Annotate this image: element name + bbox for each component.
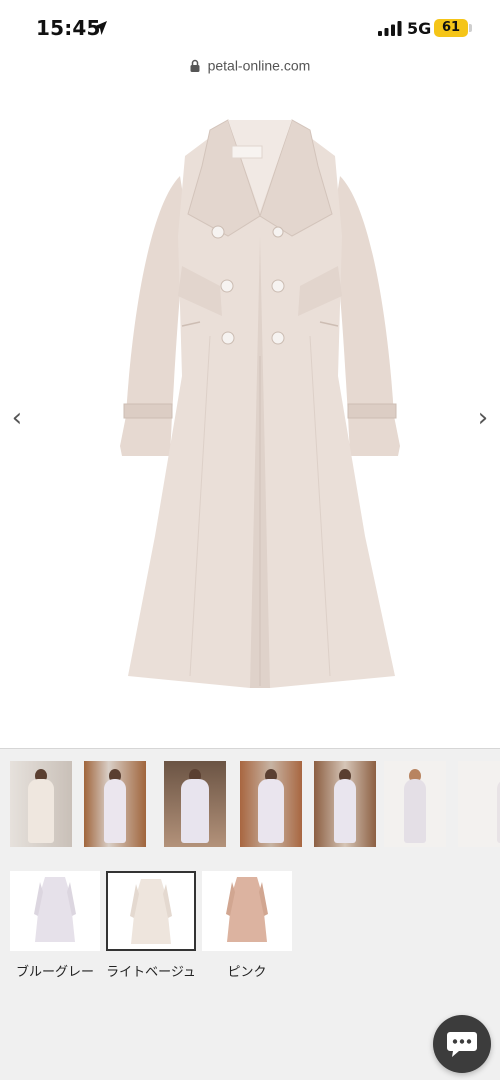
- thumbnail-5[interactable]: [314, 761, 376, 847]
- battery-tip: [469, 24, 472, 32]
- thumbnail-strip[interactable]: [10, 761, 500, 849]
- product-main-image: [120, 119, 400, 688]
- color-option-image: [202, 871, 292, 951]
- thumbnail-1[interactable]: [10, 761, 72, 847]
- thumbnail-2[interactable]: [84, 761, 146, 847]
- color-options: ブルーグレー ライトベージュ ピンク: [10, 871, 500, 1031]
- lock-icon: [190, 59, 200, 72]
- status-bar: 15:45 5G 61: [0, 0, 500, 56]
- url-text: petal-online.com: [207, 57, 311, 74]
- battery-icon: 61: [434, 19, 468, 37]
- status-time: 15:45: [36, 16, 101, 40]
- color-option-light-beige[interactable]: ライトベージュ: [106, 871, 196, 983]
- product-options-panel: ブルーグレー ライトベージュ ピンク: [0, 748, 500, 1080]
- product-image-gallery[interactable]: ‹ ›: [0, 80, 500, 748]
- thumbnail-6[interactable]: [384, 761, 446, 847]
- gallery-prev-button[interactable]: ‹: [2, 398, 32, 438]
- color-option-label: ライトベージュ: [106, 965, 196, 980]
- color-option-label: ブルーグレー: [15, 965, 94, 980]
- color-option-blue-grey[interactable]: ブルーグレー: [10, 871, 100, 983]
- color-option-label: ピンク: [227, 965, 267, 980]
- gallery-next-button[interactable]: ›: [468, 398, 498, 438]
- network-type: 5G: [407, 19, 432, 38]
- location-arrow-icon: [93, 21, 107, 35]
- color-option-image: [10, 871, 100, 951]
- chat-bubble-icon: [447, 1032, 477, 1057]
- address-bar[interactable]: petal-online.com: [0, 56, 500, 78]
- thumbnail-3[interactable]: [164, 761, 226, 847]
- thumbnail-4[interactable]: [240, 761, 302, 847]
- color-option-image: [106, 871, 196, 951]
- color-option-pink[interactable]: ピンク: [202, 871, 292, 983]
- chat-button[interactable]: [433, 1015, 491, 1073]
- signal-bars-icon: [378, 21, 402, 36]
- thumbnail-7[interactable]: [458, 761, 500, 847]
